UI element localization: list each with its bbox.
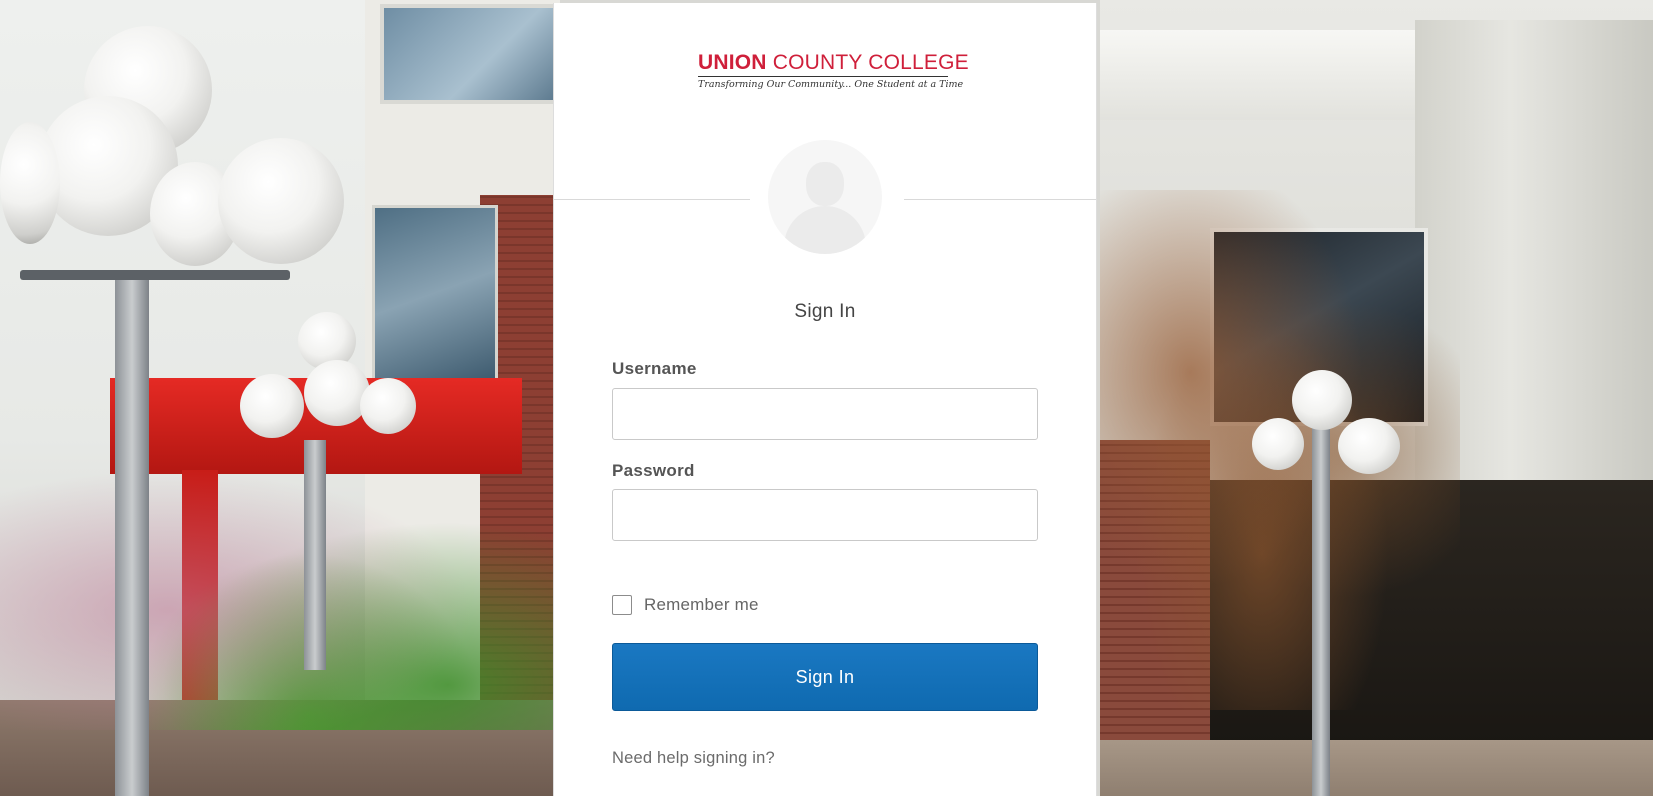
login-card: UNION COUNTY COLLEGE Transforming Our Co… [553,3,1097,796]
form-title: Sign In [794,301,856,322]
remember-me-checkbox[interactable] [612,595,632,615]
user-silhouette-icon [768,140,882,254]
logo-name-rest: COUNTY COLLEGE [766,51,969,74]
username-label: Username [612,359,697,378]
logo-tagline: Transforming Our Community... One Studen… [698,79,964,90]
logo-name-bold: UNION [698,51,767,74]
logo-rule [698,76,948,77]
divider-right [904,199,1096,200]
password-input[interactable] [612,489,1038,541]
logo-title: UNION COUNTY COLLEGE [698,51,969,75]
college-logo: UNION COUNTY COLLEGE Transforming Our Co… [698,51,969,95]
password-label: Password [612,461,695,480]
remember-me[interactable]: Remember me [612,593,759,617]
remember-me-label[interactable]: Remember me [644,595,759,615]
need-help-link[interactable]: Need help signing in? [612,749,775,768]
divider-left [554,199,750,200]
username-input[interactable] [612,388,1038,440]
sign-in-button[interactable]: Sign In [612,643,1038,711]
